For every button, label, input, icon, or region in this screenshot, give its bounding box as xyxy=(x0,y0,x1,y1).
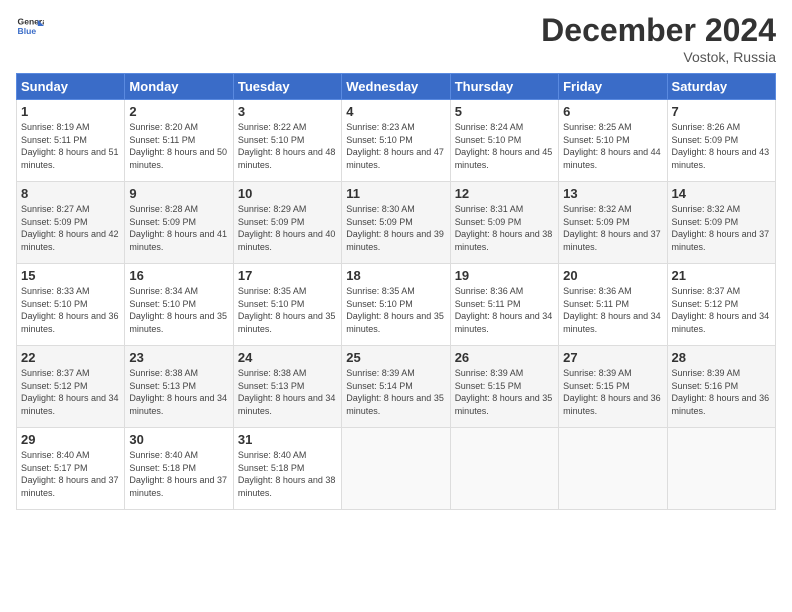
table-row: 19 Sunrise: 8:36 AMSunset: 5:11 PMDaylig… xyxy=(450,264,558,346)
title-block: December 2024 Vostok, Russia xyxy=(541,12,776,65)
table-row: 16 Sunrise: 8:34 AMSunset: 5:10 PMDaylig… xyxy=(125,264,233,346)
table-row: 31 Sunrise: 8:40 AMSunset: 5:18 PMDaylig… xyxy=(233,428,341,510)
table-row: 22 Sunrise: 8:37 AMSunset: 5:12 PMDaylig… xyxy=(17,346,125,428)
empty-cell xyxy=(450,428,558,510)
col-sunday: Sunday xyxy=(17,74,125,100)
calendar-week-row: 29 Sunrise: 8:40 AMSunset: 5:17 PMDaylig… xyxy=(17,428,776,510)
table-row: 28 Sunrise: 8:39 AMSunset: 5:16 PMDaylig… xyxy=(667,346,775,428)
table-row: 10 Sunrise: 8:29 AMSunset: 5:09 PMDaylig… xyxy=(233,182,341,264)
empty-cell xyxy=(559,428,667,510)
table-row: 20 Sunrise: 8:36 AMSunset: 5:11 PMDaylig… xyxy=(559,264,667,346)
table-row: 1 Sunrise: 8:19 AMSunset: 5:11 PMDayligh… xyxy=(17,100,125,182)
svg-text:Blue: Blue xyxy=(18,26,37,36)
table-row: 18 Sunrise: 8:35 AMSunset: 5:10 PMDaylig… xyxy=(342,264,450,346)
header: General Blue December 2024 Vostok, Russi… xyxy=(16,12,776,65)
calendar-week-row: 1 Sunrise: 8:19 AMSunset: 5:11 PMDayligh… xyxy=(17,100,776,182)
table-row: 27 Sunrise: 8:39 AMSunset: 5:15 PMDaylig… xyxy=(559,346,667,428)
location: Vostok, Russia xyxy=(541,49,776,65)
table-row: 7 Sunrise: 8:26 AMSunset: 5:09 PMDayligh… xyxy=(667,100,775,182)
empty-cell xyxy=(667,428,775,510)
table-row: 9 Sunrise: 8:28 AMSunset: 5:09 PMDayligh… xyxy=(125,182,233,264)
logo-icon: General Blue xyxy=(16,12,44,40)
table-row: 24 Sunrise: 8:38 AMSunset: 5:13 PMDaylig… xyxy=(233,346,341,428)
col-tuesday: Tuesday xyxy=(233,74,341,100)
calendar-week-row: 22 Sunrise: 8:37 AMSunset: 5:12 PMDaylig… xyxy=(17,346,776,428)
table-row: 11 Sunrise: 8:30 AMSunset: 5:09 PMDaylig… xyxy=(342,182,450,264)
month-title: December 2024 xyxy=(541,12,776,49)
col-saturday: Saturday xyxy=(667,74,775,100)
table-row: 5 Sunrise: 8:24 AMSunset: 5:10 PMDayligh… xyxy=(450,100,558,182)
table-row: 21 Sunrise: 8:37 AMSunset: 5:12 PMDaylig… xyxy=(667,264,775,346)
empty-cell xyxy=(342,428,450,510)
col-wednesday: Wednesday xyxy=(342,74,450,100)
calendar-table: Sunday Monday Tuesday Wednesday Thursday… xyxy=(16,73,776,510)
table-row: 3 Sunrise: 8:22 AMSunset: 5:10 PMDayligh… xyxy=(233,100,341,182)
table-row: 25 Sunrise: 8:39 AMSunset: 5:14 PMDaylig… xyxy=(342,346,450,428)
col-thursday: Thursday xyxy=(450,74,558,100)
col-friday: Friday xyxy=(559,74,667,100)
table-row: 23 Sunrise: 8:38 AMSunset: 5:13 PMDaylig… xyxy=(125,346,233,428)
table-row: 6 Sunrise: 8:25 AMSunset: 5:10 PMDayligh… xyxy=(559,100,667,182)
header-row: Sunday Monday Tuesday Wednesday Thursday… xyxy=(17,74,776,100)
table-row: 30 Sunrise: 8:40 AMSunset: 5:18 PMDaylig… xyxy=(125,428,233,510)
col-monday: Monday xyxy=(125,74,233,100)
calendar-week-row: 8 Sunrise: 8:27 AMSunset: 5:09 PMDayligh… xyxy=(17,182,776,264)
table-row: 26 Sunrise: 8:39 AMSunset: 5:15 PMDaylig… xyxy=(450,346,558,428)
table-row: 14 Sunrise: 8:32 AMSunset: 5:09 PMDaylig… xyxy=(667,182,775,264)
table-row: 13 Sunrise: 8:32 AMSunset: 5:09 PMDaylig… xyxy=(559,182,667,264)
logo: General Blue xyxy=(16,12,44,40)
table-row: 12 Sunrise: 8:31 AMSunset: 5:09 PMDaylig… xyxy=(450,182,558,264)
table-row: 4 Sunrise: 8:23 AMSunset: 5:10 PMDayligh… xyxy=(342,100,450,182)
table-row: 29 Sunrise: 8:40 AMSunset: 5:17 PMDaylig… xyxy=(17,428,125,510)
table-row: 17 Sunrise: 8:35 AMSunset: 5:10 PMDaylig… xyxy=(233,264,341,346)
calendar-week-row: 15 Sunrise: 8:33 AMSunset: 5:10 PMDaylig… xyxy=(17,264,776,346)
table-row: 15 Sunrise: 8:33 AMSunset: 5:10 PMDaylig… xyxy=(17,264,125,346)
table-row: 2 Sunrise: 8:20 AMSunset: 5:11 PMDayligh… xyxy=(125,100,233,182)
table-row: 8 Sunrise: 8:27 AMSunset: 5:09 PMDayligh… xyxy=(17,182,125,264)
